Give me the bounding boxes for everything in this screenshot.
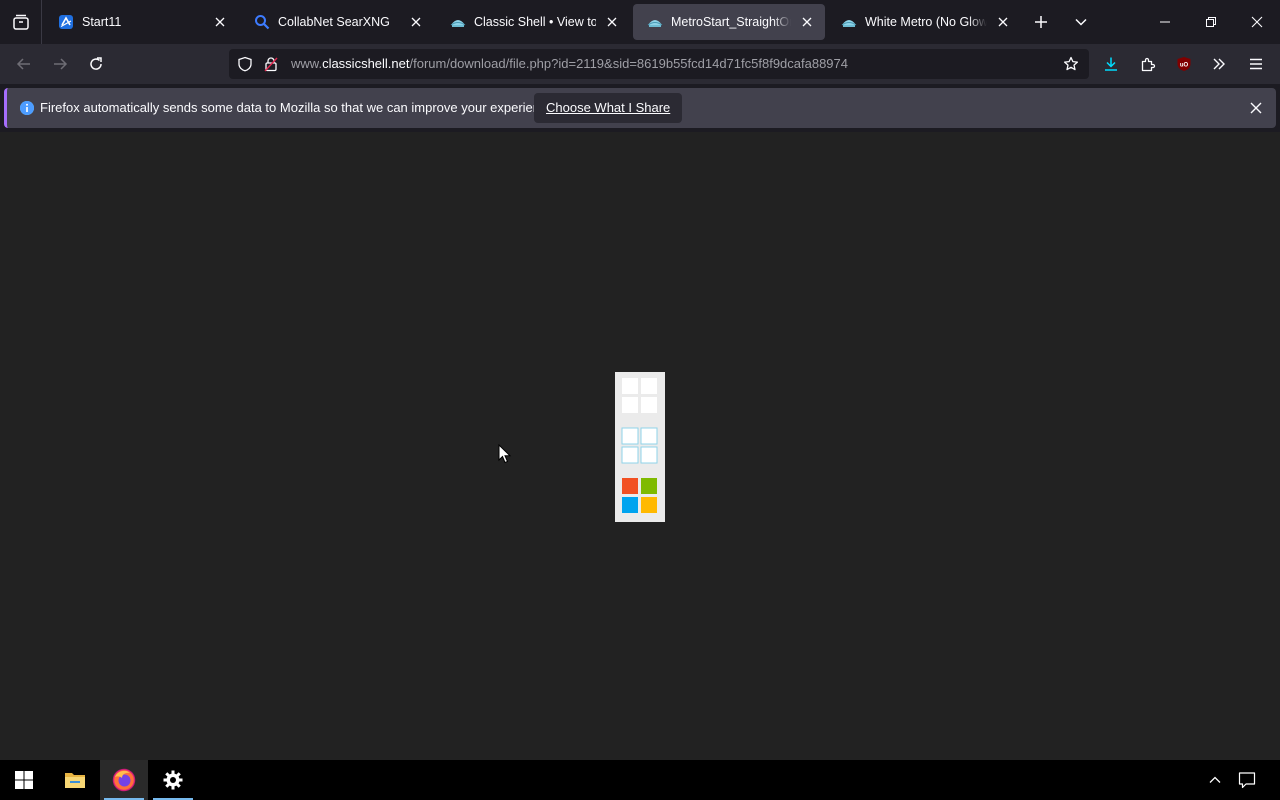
hamburger-menu-icon [1250, 58, 1262, 70]
file-explorer-button[interactable] [51, 760, 99, 800]
classic-shell-icon [450, 14, 466, 30]
notification-message: Firefox automatically sends some data to… [40, 100, 558, 115]
reload-button[interactable] [80, 48, 112, 80]
windows-taskbar [0, 760, 1280, 800]
downloads-button[interactable] [1095, 48, 1127, 80]
tab-collabnet-searxng[interactable]: CollabNet SearXNG [240, 4, 434, 40]
start11-icon [58, 14, 74, 30]
url-text[interactable]: www.classicshell.net/forum/download/file… [291, 49, 848, 79]
url-host: classicshell.net [322, 56, 410, 71]
address-bar[interactable]: www.classicshell.net/forum/download/file… [229, 49, 1089, 79]
tab-strip: Start11 CollabNet SearXNG Classic Shell … [0, 0, 1280, 44]
insecure-lock-icon[interactable] [261, 54, 281, 74]
tab-white-metro[interactable]: White Metro (No Glow On [827, 4, 1021, 40]
tracking-protection-shield-icon[interactable] [235, 54, 255, 74]
close-tab-icon[interactable] [406, 12, 426, 32]
tab-title: White Metro (No Glow On [865, 15, 987, 29]
classic-shell-icon [647, 14, 663, 30]
classic-shell-icon [841, 14, 857, 30]
reload-icon [90, 57, 102, 70]
url-prefix: www. [291, 56, 323, 71]
ublock-origin-icon: uO [1177, 57, 1191, 71]
close-notification-icon[interactable] [1244, 96, 1268, 120]
bookmark-star-icon[interactable] [1059, 52, 1083, 76]
search-icon [254, 14, 270, 30]
navigation-toolbar: www.classicshell.net/forum/download/file… [0, 44, 1280, 84]
chevron-down-icon [1075, 18, 1087, 26]
choose-what-i-share-button[interactable]: Choose What I Share [534, 93, 683, 123]
svg-text:uO: uO [1180, 63, 1189, 69]
settings-gear-icon [163, 770, 183, 790]
info-icon [20, 101, 34, 115]
more-tools-button[interactable] [1203, 48, 1235, 80]
close-tab-icon[interactable] [210, 12, 230, 32]
tab-start11[interactable]: Start11 [44, 4, 238, 40]
tab-title: MetroStart_StraightOn.png [671, 15, 791, 29]
back-arrow-icon [16, 58, 30, 70]
choose-what-i-share-label: Choose What I Share [546, 100, 671, 115]
firefox-icon [112, 768, 136, 792]
download-icon [1105, 57, 1117, 71]
forward-button[interactable] [44, 48, 76, 80]
close-icon [1251, 16, 1263, 28]
notification-center-icon [1238, 772, 1256, 789]
action-center-button[interactable] [1223, 760, 1271, 800]
settings-taskbar-button[interactable] [149, 760, 197, 800]
list-all-tabs-button[interactable] [1063, 4, 1099, 40]
ublock-origin-button[interactable]: uO [1168, 48, 1200, 80]
puzzle-piece-icon [1141, 57, 1156, 72]
tab-manager-icon [12, 14, 29, 30]
app-menu-button[interactable] [1240, 48, 1272, 80]
metro-start-button-image[interactable] [615, 372, 665, 522]
close-window-button[interactable] [1234, 0, 1280, 44]
double-chevron-right-icon [1213, 58, 1225, 70]
restore-icon [1206, 17, 1216, 27]
firefox-taskbar-button[interactable] [100, 760, 148, 800]
minimize-button[interactable] [1142, 0, 1188, 44]
close-tab-icon[interactable] [602, 12, 622, 32]
file-explorer-icon [65, 773, 85, 788]
tab-metrostart-image[interactable]: MetroStart_StraightOn.png [633, 4, 825, 40]
forward-arrow-icon [54, 58, 68, 70]
windows-start-icon [15, 771, 33, 789]
tab-title: Classic Shell • View topic [474, 15, 596, 29]
plus-icon [1035, 16, 1047, 28]
chevron-up-icon [1209, 776, 1221, 783]
mouse-cursor-icon [498, 444, 512, 464]
close-tab-icon[interactable] [797, 12, 817, 32]
tab-manager-button[interactable] [0, 0, 42, 44]
minimize-icon [1160, 21, 1170, 23]
tab-title: Start11 [82, 15, 122, 29]
extensions-button[interactable] [1132, 48, 1164, 80]
url-path: /forum/download/file.php?id=2119&sid=861… [409, 56, 849, 71]
tab-title: CollabNet SearXNG [278, 15, 390, 29]
image-viewer [0, 132, 1280, 760]
restore-button[interactable] [1188, 0, 1234, 44]
close-tab-icon[interactable] [993, 12, 1013, 32]
new-tab-button[interactable] [1023, 4, 1059, 40]
back-button[interactable] [8, 48, 40, 80]
data-collection-notification: Firefox automatically sends some data to… [4, 88, 1276, 128]
start-button[interactable] [0, 760, 48, 800]
tab-classic-shell-topic[interactable]: Classic Shell • View topic [436, 4, 630, 40]
